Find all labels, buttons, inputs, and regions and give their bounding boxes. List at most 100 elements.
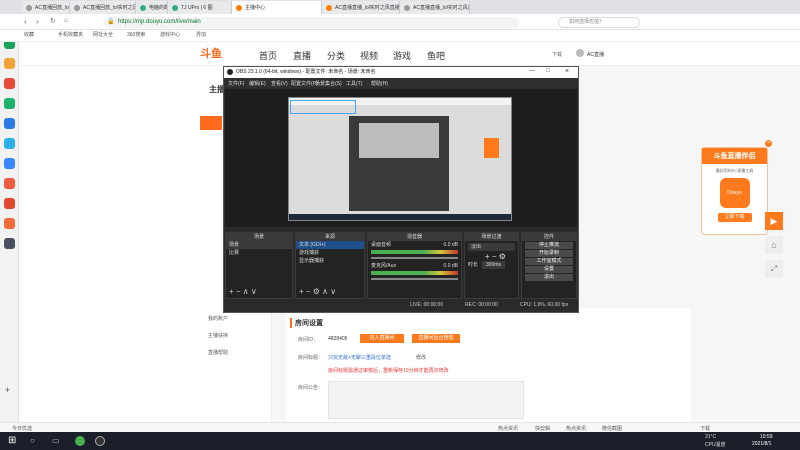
sidebar-item-account[interactable]: 我的账户 [208, 315, 228, 322]
nav-category[interactable]: 分类 [327, 49, 345, 62]
source-selection-box[interactable] [290, 100, 356, 114]
backend-button[interactable]: 直播间后台管理 [412, 334, 460, 343]
status-item[interactable]: 热点资讯 [566, 425, 586, 432]
search-taskbar-icon[interactable]: ○ [30, 436, 35, 445]
notice-textarea[interactable] [328, 381, 524, 419]
forward-icon[interactable]: › [36, 17, 39, 26]
browser-tab[interactable]: AC直播直播_lol实时之风直播_ [400, 1, 470, 14]
obs-menu-item[interactable]: 帮助(H) [371, 80, 388, 87]
status-item[interactable]: 热点资讯 [498, 425, 518, 432]
home-float-icon[interactable]: ⌂ [765, 236, 783, 254]
sidebar-app-icon[interactable] [4, 78, 15, 89]
windows-start-icon[interactable]: ⊞ [8, 435, 16, 446]
source-item[interactable]: 显示器捕获 [296, 257, 364, 265]
sidebar-app-icon[interactable] [4, 118, 15, 129]
obs-logo-icon [227, 69, 233, 75]
source-item[interactable]: 游戏捕获 [296, 249, 364, 257]
tab-label: AC直播直播_lol实时之风直播_ [413, 5, 469, 11]
enter-room-button[interactable]: 进入直播间 [360, 334, 404, 343]
douyu-logo[interactable]: 斗鱼 [200, 45, 240, 61]
sidebar-item-help[interactable]: 直播帮助 [208, 349, 228, 356]
refresh-icon[interactable]: ↻ [50, 17, 56, 25]
obs-menu-item[interactable]: 工具(T) [346, 80, 362, 87]
bookmark-item[interactable]: 网址大全 [93, 31, 113, 38]
volume-slider[interactable] [371, 278, 458, 280]
taskview-icon[interactable]: ▭ [52, 436, 60, 445]
avatar[interactable] [576, 49, 584, 57]
url-input[interactable]: https://mp.douyu.com/live/main [104, 17, 519, 28]
transition-add-icon[interactable]: + − ⚙ [465, 253, 518, 261]
transition-select[interactable]: 淡出 [468, 243, 515, 251]
sidebar-app-icon[interactable] [4, 158, 15, 169]
sidebar-active-marker[interactable] [200, 116, 222, 130]
obs-menu-item[interactable]: 场景集合(S) [315, 80, 342, 87]
browser-tab[interactable]: AC直播直播_lol实时之风直播_ [322, 1, 400, 14]
back-icon[interactable]: ‹ [24, 17, 27, 26]
room-id-value: 4828405 [328, 336, 348, 342]
close-window-icon[interactable]: × [565, 68, 569, 75]
tab-favicon-icon [172, 4, 178, 11]
browser-tab[interactable]: 电脑的数 | 今天吉他 [136, 1, 168, 14]
studio-mode-button[interactable]: 工作室模式 [525, 258, 573, 265]
duration-input[interactable]: 300ms [482, 261, 506, 269]
obs-menu-item[interactable]: 文件(F) [228, 80, 244, 87]
volume-slider[interactable] [371, 257, 458, 259]
cpu-usage: CPU: 1.9%, 60.00 fps [520, 302, 569, 308]
status-item[interactable]: 快剪辑 [535, 425, 550, 432]
sidebar-app-icon[interactable] [4, 138, 15, 149]
maximize-icon[interactable]: □ [546, 68, 550, 74]
obs-menu-item[interactable]: 查看(V) [271, 80, 288, 87]
ad-download-button[interactable]: 立即下载 [717, 213, 752, 222]
sidebar-app-icon[interactable] [4, 178, 15, 189]
sidebar-app-icon[interactable] [4, 58, 15, 69]
expand-icon[interactable]: ⤢ [765, 260, 783, 278]
nav-live[interactable]: 直播 [293, 49, 311, 62]
sidebar-item-support[interactable]: 主播扶持 [208, 332, 228, 339]
room-id-label: 房间ID： [298, 337, 319, 343]
browser-tab[interactable]: TJ UPro | 6 图 [168, 1, 232, 14]
browser-tab[interactable]: AC直播回放_lol实时之风直播_ [22, 1, 70, 14]
status-download[interactable]: 下载 [700, 425, 710, 432]
browser-taskbar-icon[interactable] [75, 436, 85, 446]
stop-streaming-button[interactable]: 停止推流 [525, 242, 573, 249]
sidebar-app-icon[interactable] [4, 218, 15, 229]
source-item[interactable]: 文本 (GDI+) [296, 241, 364, 249]
obs-taskbar-icon[interactable] [95, 436, 105, 446]
bookmark-item[interactable]: 游戏中心 [160, 31, 180, 38]
browser-tab[interactable]: 主播中心 [232, 1, 322, 14]
nav-fishbar[interactable]: 鱼吧 [427, 49, 445, 62]
bookmark-item[interactable]: 收藏 [24, 31, 34, 38]
sidebar-app-icon[interactable] [4, 98, 15, 109]
bookmark-item[interactable]: 手机收藏夹 [58, 31, 83, 38]
bookmark-item[interactable]: 界加 [196, 31, 206, 38]
browser-tab[interactable]: AC直播回放_lol实时之风直播_ [70, 1, 136, 14]
obs-menu-item[interactable]: 配置文件(P) [291, 80, 318, 87]
source-add-icon[interactable]: + − ⚙ ∧ ∨ [299, 287, 336, 296]
duration-label: 时长 [468, 262, 479, 268]
nav-home[interactable]: 首页 [259, 49, 277, 62]
close-icon[interactable]: × [765, 140, 772, 147]
obs-menu-item[interactable]: 编辑(E) [249, 80, 266, 87]
exit-button[interactable]: 退出 [525, 274, 573, 281]
scene-item[interactable]: 比赛 [226, 249, 292, 257]
settings-button[interactable]: 设置 [525, 266, 573, 273]
minimize-icon[interactable]: — [529, 68, 535, 74]
sidebar-app-icon[interactable] [4, 238, 15, 249]
play-icon[interactable]: ▶ [765, 212, 783, 230]
user-name[interactable]: AC直播 [587, 51, 604, 58]
scene-add-icon[interactable]: + − ∧ ∨ [229, 287, 257, 296]
nav-game[interactable]: 游戏 [393, 49, 411, 62]
sidebar-app-icon[interactable] [4, 198, 15, 209]
bookmark-item[interactable]: 360搜索 [127, 31, 145, 38]
status-item[interactable]: 微信截图 [602, 425, 622, 432]
start-recording-button[interactable]: 开始录制 [525, 250, 573, 257]
nav-video[interactable]: 视频 [360, 49, 378, 62]
mixer-track-name: 桌面音频 [371, 242, 392, 248]
add-icon[interactable]: + [5, 385, 10, 395]
download-link[interactable]: 下载 [552, 51, 562, 58]
home-icon[interactable]: ⌂ [64, 17, 68, 24]
edit-link[interactable]: 修改 [416, 354, 426, 361]
scene-item[interactable]: 场景 [226, 241, 292, 249]
search-input[interactable]: 如何选择优值？ [558, 17, 640, 28]
status-left[interactable]: 今日优选 [12, 425, 32, 432]
